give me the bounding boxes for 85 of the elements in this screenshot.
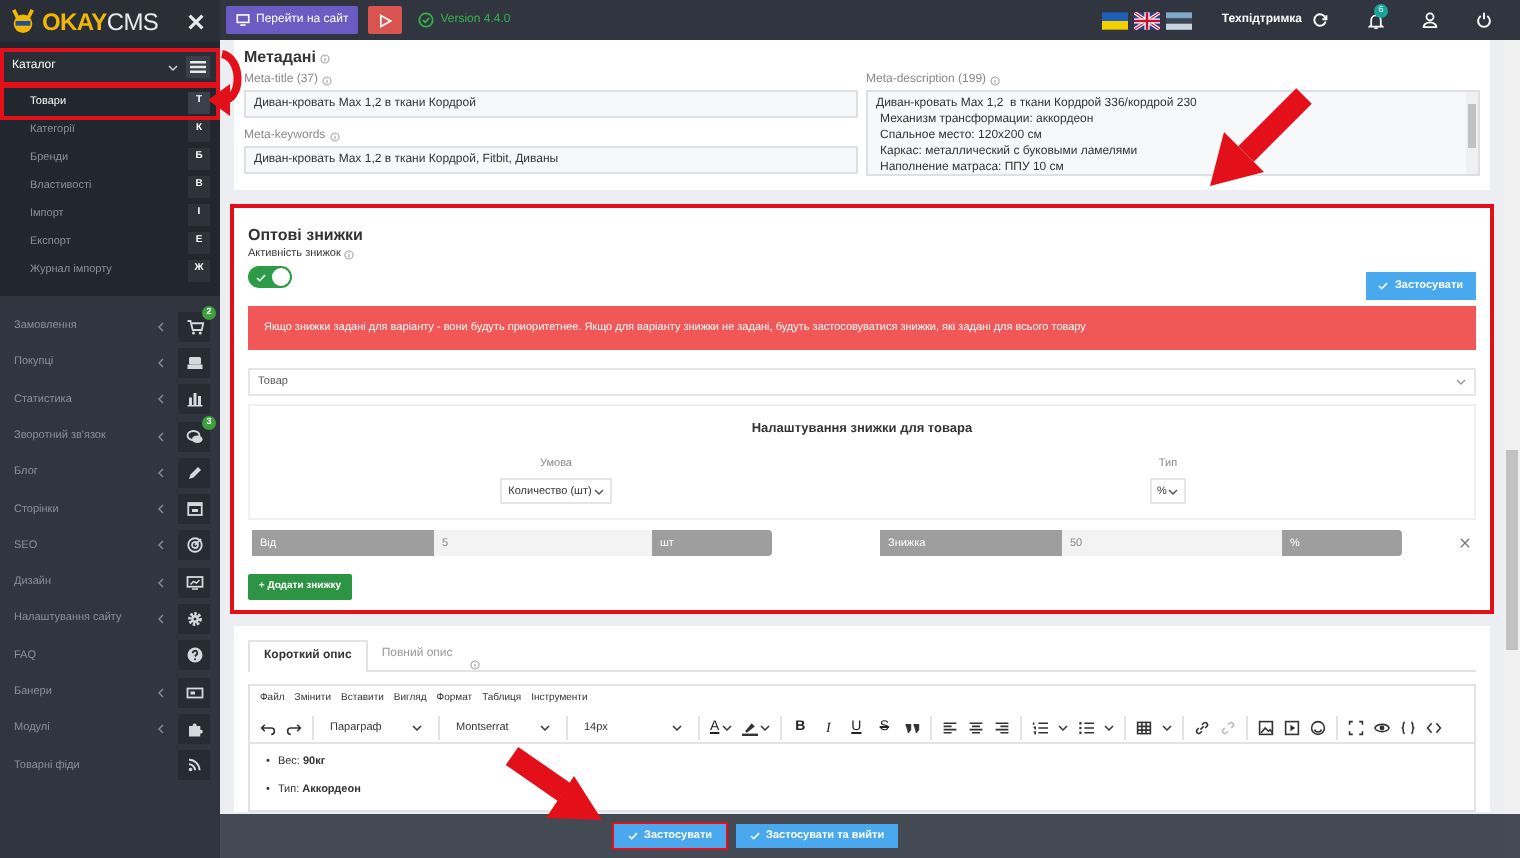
section-title: Метадані — [244, 46, 316, 70]
cart-icon — [185, 317, 203, 336]
rss-icon — [185, 756, 203, 775]
chat-icon — [185, 427, 203, 446]
puzzle-icon — [185, 719, 203, 738]
chevron-down-icon — [1456, 378, 1466, 387]
chevron-left-icon — [158, 687, 164, 698]
check-circle-icon — [418, 12, 435, 28]
flag-icon[interactable] — [1165, 11, 1192, 29]
toggle-switch[interactable] — [248, 266, 292, 289]
annotation-arrow — [505, 746, 602, 820]
chevron-left-icon — [158, 577, 164, 588]
align-right-icon[interactable] — [993, 720, 1010, 736]
chevron-down-icon — [1161, 724, 1172, 732]
remove-icon[interactable] — [1460, 538, 1470, 549]
info-icon — [329, 132, 340, 142]
close-icon[interactable] — [188, 13, 204, 29]
power-icon[interactable] — [1476, 12, 1492, 28]
monitor-icon — [185, 573, 203, 592]
source-code-icon[interactable] — [1425, 720, 1442, 736]
undo-icon[interactable] — [260, 720, 276, 736]
chevron-down-icon — [1103, 724, 1114, 732]
chevron-down-icon — [721, 724, 732, 732]
image-icon[interactable] — [1257, 720, 1274, 736]
media-icon[interactable] — [1283, 720, 1300, 736]
info-icon — [344, 249, 355, 260]
fullscreen-icon[interactable] — [1347, 720, 1364, 736]
check-icon — [1378, 282, 1389, 291]
chevron-left-icon — [158, 540, 164, 551]
play-icon — [378, 13, 393, 27]
chevron-left-icon — [158, 321, 164, 332]
annotation-arrow — [208, 50, 242, 116]
align-left-icon[interactable] — [941, 720, 958, 736]
chevron-down-icon — [412, 724, 422, 732]
highlight-color-icon[interactable] — [741, 720, 770, 736]
bar-chart-icon — [185, 390, 203, 409]
numbered-list-icon[interactable] — [1031, 720, 1048, 736]
uk-flag-icon[interactable] — [1133, 11, 1160, 29]
monitor-icon — [236, 14, 250, 26]
ukraine-flag-icon[interactable] — [1101, 11, 1128, 29]
chevron-left-icon — [158, 467, 164, 478]
info-icon — [322, 76, 333, 86]
target-icon — [185, 536, 203, 555]
banner-icon — [185, 683, 203, 702]
chevron-down-icon — [593, 487, 604, 496]
chevron-down-icon — [1168, 487, 1179, 496]
annotation-arrow — [1210, 88, 1312, 186]
chevron-down-icon — [672, 724, 682, 732]
chevron-down-icon — [540, 724, 550, 732]
chevron-down-icon — [759, 724, 770, 732]
chevron-left-icon — [158, 431, 164, 442]
preview-icon[interactable] — [1373, 720, 1390, 736]
sync-icon[interactable] — [1312, 12, 1328, 28]
chevron-left-icon — [158, 723, 164, 734]
chevron-down-icon — [1057, 724, 1068, 732]
bullet-list-icon[interactable] — [1077, 720, 1094, 736]
check-icon — [628, 832, 638, 840]
chevron-left-icon — [158, 504, 164, 515]
chevron-down-icon — [168, 63, 178, 71]
info-icon — [319, 53, 330, 63]
table-icon[interactable] — [1135, 720, 1152, 736]
video-button[interactable] — [368, 6, 403, 34]
id-card-icon — [185, 353, 203, 372]
code-sample-icon[interactable] — [1399, 720, 1416, 736]
settings-icon — [185, 610, 203, 629]
user-icon[interactable] — [1422, 12, 1438, 28]
emoji-icon[interactable] — [1309, 720, 1326, 736]
align-center-icon[interactable] — [967, 720, 984, 736]
check-icon — [256, 273, 266, 282]
logo-text: OKAYCMS — [42, 9, 159, 33]
info-icon — [470, 660, 481, 670]
redo-icon[interactable] — [286, 720, 302, 736]
chevron-left-icon — [158, 394, 164, 405]
chevron-left-icon — [158, 357, 164, 368]
logo-icon — [10, 8, 36, 34]
info-icon — [990, 76, 1001, 86]
link-icon[interactable] — [1193, 720, 1210, 736]
window-icon — [185, 500, 203, 519]
help-icon — [185, 646, 203, 665]
chevron-left-icon — [158, 614, 164, 625]
list-icon[interactable] — [186, 56, 210, 78]
check-icon — [750, 832, 761, 840]
quote-icon[interactable] — [903, 720, 920, 736]
section-title: Оптові знижки — [248, 226, 365, 244]
pencil-icon — [185, 463, 203, 482]
